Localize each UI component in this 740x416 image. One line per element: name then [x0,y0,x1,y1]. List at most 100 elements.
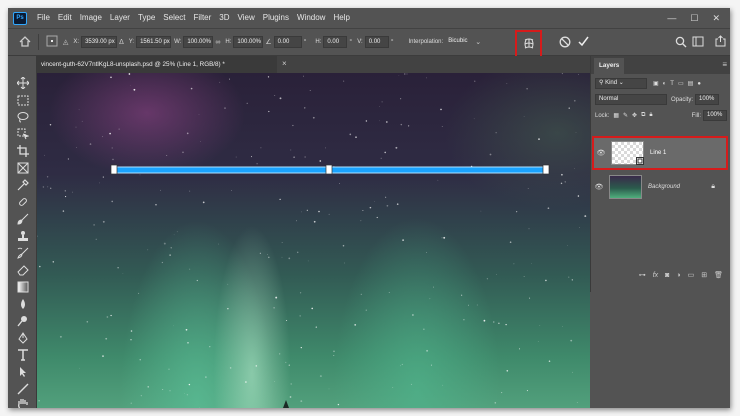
reference-point-icon[interactable] [43,35,61,49]
photoshop-window: Ps File Edit Image Layer Type Select Fil… [8,8,730,408]
angle-field[interactable]: 0.00 [273,36,302,48]
layer-thumbnail [611,141,644,165]
layer-name[interactable]: Line 1 [650,150,666,156]
delete-layer-icon[interactable]: 🗑︎ [714,271,723,279]
panel-menu-icon[interactable]: ≡ [722,60,727,69]
lock-transparent-icon[interactable]: ▦ [613,112,619,119]
layer-style-icon[interactable]: fx [653,272,658,279]
interpolation-select[interactable]: Bicubic [445,36,473,48]
visibility-eye-icon[interactable]: 👁︎ [594,149,608,157]
adjustment-layer-icon[interactable]: ◑ [676,272,680,279]
vskew-label: V: [357,39,363,45]
eyedropper-tool-icon[interactable] [13,178,32,192]
menu-select[interactable]: Select [159,8,189,28]
layer-thumbnail [609,175,642,199]
menu-image[interactable]: Image [76,8,106,28]
lasso-tool-icon[interactable] [13,110,32,124]
commit-transform-icon[interactable] [574,35,593,50]
filter-smart-object-icon[interactable]: ▤ [688,80,694,87]
layer-row-line-1[interactable]: 👁︎ Line 1 [592,136,728,170]
lock-artboard-icon[interactable]: ⧉ [641,112,645,119]
menu-view[interactable]: View [234,8,259,28]
maximize-button[interactable]: ☐ [690,13,698,24]
lock-label: Lock: [595,112,610,119]
document-tab[interactable]: vincent-guth-62V7ntlKgL8-unsplash.psd @ … [37,56,277,73]
vskew-field[interactable]: 0.00 [364,36,389,48]
warp-mode-button[interactable] [515,30,542,58]
healing-brush-tool-icon[interactable] [13,195,32,209]
crop-tool-icon[interactable] [13,144,32,158]
delta-icon: Δ [119,38,124,46]
tree-silhouette [283,400,289,408]
vskew-unit: ° [390,38,394,46]
hskew-field[interactable]: 0.00 [323,36,348,48]
dodge-tool-icon[interactable] [13,314,32,328]
frame-tool-icon[interactable] [13,161,32,175]
menu-plugins[interactable]: Plugins [259,8,293,28]
type-tool-icon[interactable] [13,348,32,362]
move-tool-icon[interactable] [13,76,32,90]
menu-file[interactable]: File [33,8,54,28]
hand-tool-icon[interactable] [13,397,32,408]
layers-tab[interactable]: Layers [594,58,625,74]
home-icon[interactable] [16,35,34,49]
width-field[interactable]: 100.00% [183,36,214,48]
marquee-tool-icon[interactable] [13,93,32,107]
share-icon[interactable] [712,35,729,49]
new-layer-icon[interactable]: ⊞ [701,271,707,279]
eraser-tool-icon[interactable] [13,263,32,277]
layer-row-background[interactable]: 👁︎ Background 🔒︎ [592,173,729,201]
layers-panel: Layers ≡ ⚲ Kind ⌄ ▣ ◐ T ▭ ▤ ● Normal Opa… [590,56,730,292]
transform-handle-center [325,164,333,175]
pen-tool-icon[interactable] [13,331,32,345]
minimize-button[interactable]: — [667,13,676,24]
x-field[interactable]: 3539.00 px [81,36,118,48]
filter-toggle-icon[interactable]: ● [697,81,701,87]
filter-pixel-icon[interactable]: ▣ [653,80,659,87]
link-icon[interactable]: ∞ [213,39,222,46]
filter-type-icon[interactable]: T [670,81,674,87]
lock-image-icon[interactable]: ✎ [623,112,628,119]
menu-help[interactable]: Help [329,8,353,28]
menu-filter[interactable]: Filter [190,8,216,28]
menu-layer[interactable]: Layer [106,8,134,28]
x-label: X: [73,39,80,45]
opacity-field[interactable]: 100% [695,94,720,105]
search-icon[interactable] [672,36,690,50]
fill-field[interactable]: 100% [703,110,727,121]
lock-position-icon[interactable]: ✥ [632,112,637,119]
menu-edit[interactable]: Edit [54,8,76,28]
path-selection-tool-icon[interactable] [13,365,32,379]
history-brush-tool-icon[interactable] [13,246,32,260]
visibility-eye-icon[interactable]: 👁︎ [592,183,606,191]
menu-window[interactable]: Window [293,8,329,28]
layer-name[interactable]: Background [648,184,680,190]
object-selection-tool-icon[interactable] [13,127,32,141]
close-tab-icon[interactable]: × [282,59,287,68]
height-field[interactable]: 100.00% [233,36,264,48]
cancel-transform-icon[interactable] [556,36,574,50]
chevron-down-icon[interactable]: ⌄ [473,38,483,46]
y-field[interactable]: 1561.50 px [136,36,172,48]
document-canvas[interactable] [37,73,590,408]
filter-adjustment-icon[interactable]: ◐ [663,81,667,87]
gradient-tool-icon[interactable] [13,280,32,294]
lock-all-icon[interactable]: 🔒︎ [649,112,652,119]
blend-mode-select[interactable]: Normal [595,94,667,105]
link-layers-icon[interactable]: ⊶ [639,271,646,279]
blur-tool-icon[interactable] [13,297,32,311]
close-window-button[interactable]: ✕ [712,13,720,24]
line-tool-icon[interactable] [13,382,32,396]
blend-row: Normal Opacity: 100% [591,94,730,105]
brush-tool-icon[interactable] [13,212,32,226]
layer-filter-select[interactable]: ⚲ Kind ⌄ [595,78,647,89]
menu-type[interactable]: Type [134,8,159,28]
filter-shape-icon[interactable]: ▭ [678,80,684,87]
workspace-icon[interactable] [689,36,707,49]
new-group-icon[interactable]: ▭ [688,271,695,279]
menu-3d[interactable]: 3D [215,8,233,28]
add-mask-icon[interactable]: ◙ [665,272,669,279]
smart-object-badge-icon [636,157,644,165]
relative-position-icon[interactable]: ◬ [61,38,70,46]
clone-stamp-tool-icon[interactable] [13,229,32,243]
